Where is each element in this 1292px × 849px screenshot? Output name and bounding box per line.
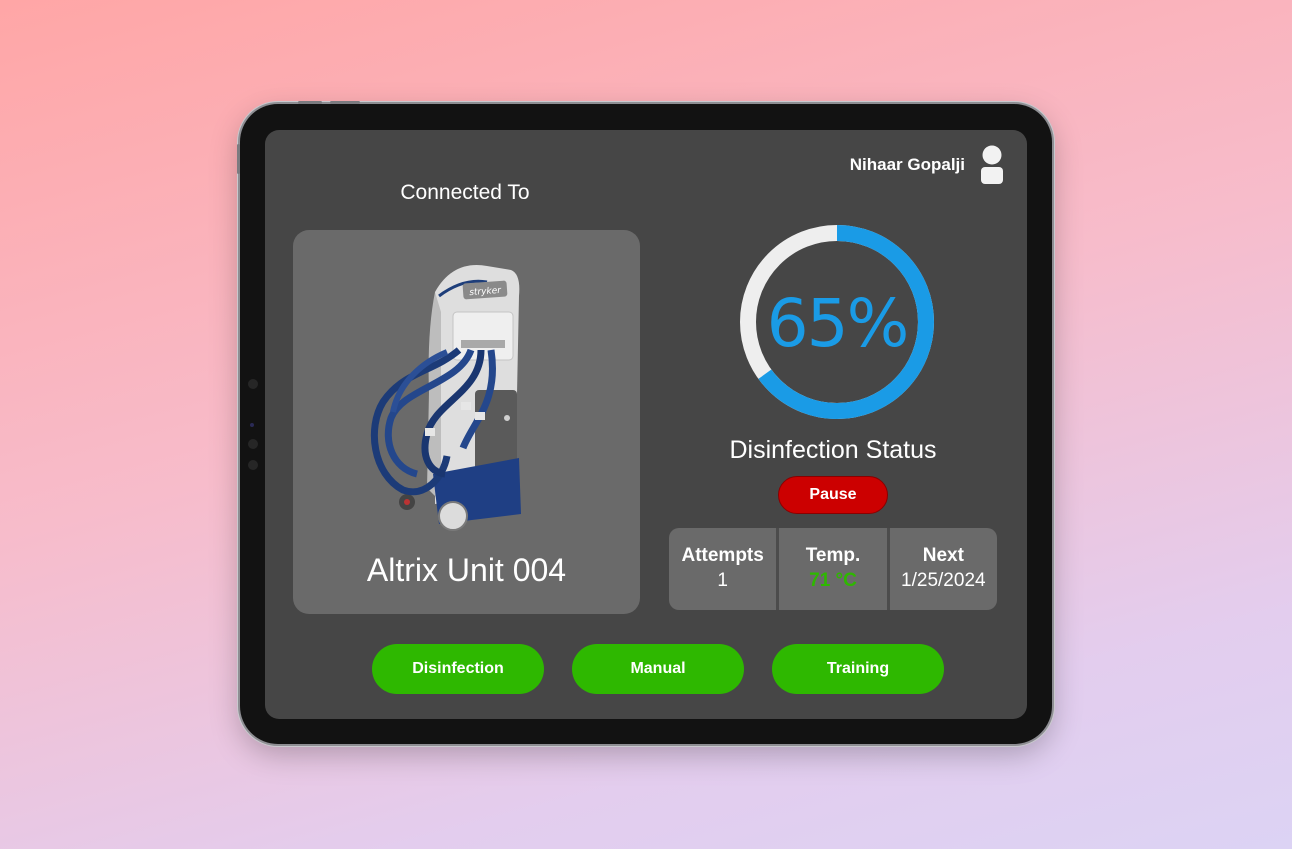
camera-dot	[250, 423, 254, 427]
device-image: stryker	[370, 265, 521, 531]
camera-dot	[248, 439, 258, 449]
hardware-button	[330, 101, 360, 104]
stat-attempts: Attempts 1	[669, 528, 776, 610]
camera-dot	[248, 460, 258, 470]
disinfection-button[interactable]: Disinfection	[372, 644, 544, 694]
user-profile[interactable]: Nihaar Gopalji	[850, 145, 1005, 185]
stat-value: 1/25/2024	[901, 570, 986, 591]
progress-percent-text: 65%	[767, 285, 908, 362]
stat-temperature: Temp. 71 °C	[776, 528, 886, 610]
hardware-button	[298, 101, 322, 104]
pause-button[interactable]: Pause	[778, 476, 888, 514]
stats-panel: Attempts 1 Temp. 71 °C Next 1/25/2024	[669, 528, 997, 610]
manual-button[interactable]: Manual	[572, 644, 744, 694]
camera-dot	[248, 379, 258, 389]
connected-to-label: Connected To	[400, 181, 530, 204]
stat-label: Next	[922, 545, 964, 566]
stat-value: 71 °C	[809, 570, 857, 591]
training-button[interactable]: Training	[772, 644, 944, 694]
disinfection-status-label: Disinfection Status	[729, 436, 937, 464]
device-card: stryker Altrix Unit 004	[293, 230, 640, 614]
stat-value: 1	[717, 570, 728, 591]
hardware-button	[237, 144, 240, 174]
stat-label: Temp.	[805, 545, 861, 566]
user-avatar-icon[interactable]	[979, 145, 1005, 185]
stat-next: Next 1/25/2024	[886, 528, 997, 610]
device-name: Altrix Unit 004	[366, 552, 567, 588]
tablet-frame: Nihaar Gopalji Connected To stryker Altr…	[237, 101, 1052, 744]
stat-label: Attempts	[681, 545, 764, 566]
disinfection-progress-ring: 65%	[740, 225, 934, 419]
app-screen: Nihaar Gopalji Connected To stryker Altr…	[265, 130, 1027, 719]
user-name: Nihaar Gopalji	[849, 155, 965, 174]
